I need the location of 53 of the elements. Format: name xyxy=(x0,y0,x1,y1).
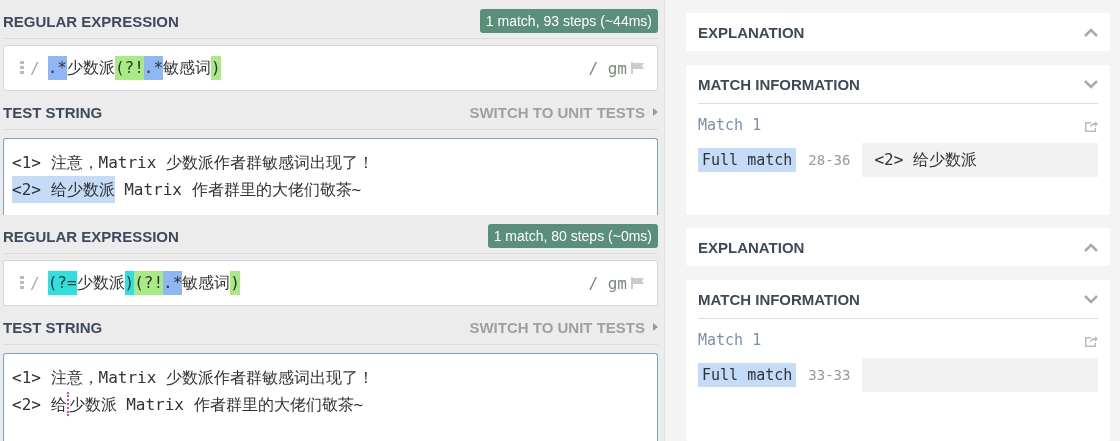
regex-token: ) xyxy=(230,271,240,295)
empty-match-marker xyxy=(66,392,69,416)
regex-token: ) xyxy=(124,271,135,295)
card-title: EXPLANATION xyxy=(698,23,805,41)
chevron-down-icon[interactable] xyxy=(1084,79,1098,89)
chevron-up-icon[interactable] xyxy=(1084,242,1098,252)
regex-token: 少数派 xyxy=(76,272,125,294)
regex-token: 少数派 xyxy=(66,57,115,79)
test-string-field[interactable]: <1> 注意，Matrix 少数派作者群敏感词出现了！ <2> 给少数派 Matrix 作者群里的大佬们敬茶~ xyxy=(3,138,658,215)
result-badge: 1 match, 93 steps (~44ms) xyxy=(479,9,658,33)
regex-flags[interactable]: / gm xyxy=(588,273,627,293)
card-title: EXPLANATION xyxy=(698,238,805,256)
card-title: MATCH INFORMATION xyxy=(698,290,860,308)
regex-token: ) xyxy=(211,56,221,80)
match-range: 28-36 xyxy=(808,152,851,168)
share-icon[interactable] xyxy=(1084,118,1098,132)
delimiter: / xyxy=(30,58,40,78)
test-text: <1> 注意，Matrix 少数派作者群敏感词出现了！ xyxy=(12,152,374,174)
section-title: TEST STRING xyxy=(3,318,103,336)
test-text: 少数派 Matrix 作者群里的大佬们敬茶~ xyxy=(68,394,364,416)
flag-icon[interactable] xyxy=(631,62,645,74)
regex-token: .* xyxy=(47,56,67,80)
delimiter: / xyxy=(30,273,40,293)
flag-icon[interactable] xyxy=(631,277,645,289)
section-title: TEST STRING xyxy=(3,103,103,121)
section-title: REGULAR EXPRESSION xyxy=(3,12,179,30)
card-title: MATCH INFORMATION xyxy=(698,75,860,93)
test-text: <2> 给 xyxy=(12,394,67,416)
regex-token: 敏感词 xyxy=(163,57,212,79)
regex-token: (?! xyxy=(134,271,164,295)
regex-flags[interactable]: / gm xyxy=(588,58,627,78)
match-label: Match 1 xyxy=(698,116,762,134)
regex-token: (?! xyxy=(114,56,144,80)
match-range: 33-33 xyxy=(808,367,851,383)
test-text: <1> 注意，Matrix 少数派作者群敏感词出现了！ xyxy=(12,367,374,389)
caret-icon[interactable] xyxy=(653,323,658,331)
regex-token: (?= xyxy=(47,271,77,295)
share-icon[interactable] xyxy=(1084,333,1098,347)
drag-handle-icon[interactable] xyxy=(20,276,24,290)
regex-token: 敏感词 xyxy=(182,272,231,294)
match-highlight: <2> 给少数派 xyxy=(12,176,115,203)
test-string-field[interactable]: <1> 注意，Matrix 少数派作者群敏感词出现了！ <2> 给少数派 Matrix 作者群里的大佬们敬茶~ xyxy=(3,353,658,441)
full-match-tag: Full match xyxy=(698,148,797,172)
caret-icon[interactable] xyxy=(653,108,658,116)
result-badge: 1 match, 80 steps (~0ms) xyxy=(487,224,658,248)
drag-handle-icon[interactable] xyxy=(20,61,24,75)
chevron-up-icon[interactable] xyxy=(1084,27,1098,37)
chevron-down-icon[interactable] xyxy=(1084,294,1098,304)
match-label: Match 1 xyxy=(698,331,762,349)
test-text: Matrix 作者群里的大佬们敬茶~ xyxy=(123,179,362,201)
match-value-field: <2> 给少数派 xyxy=(862,143,1098,177)
full-match-tag: Full match xyxy=(698,363,797,387)
section-title: REGULAR EXPRESSION xyxy=(3,227,179,245)
